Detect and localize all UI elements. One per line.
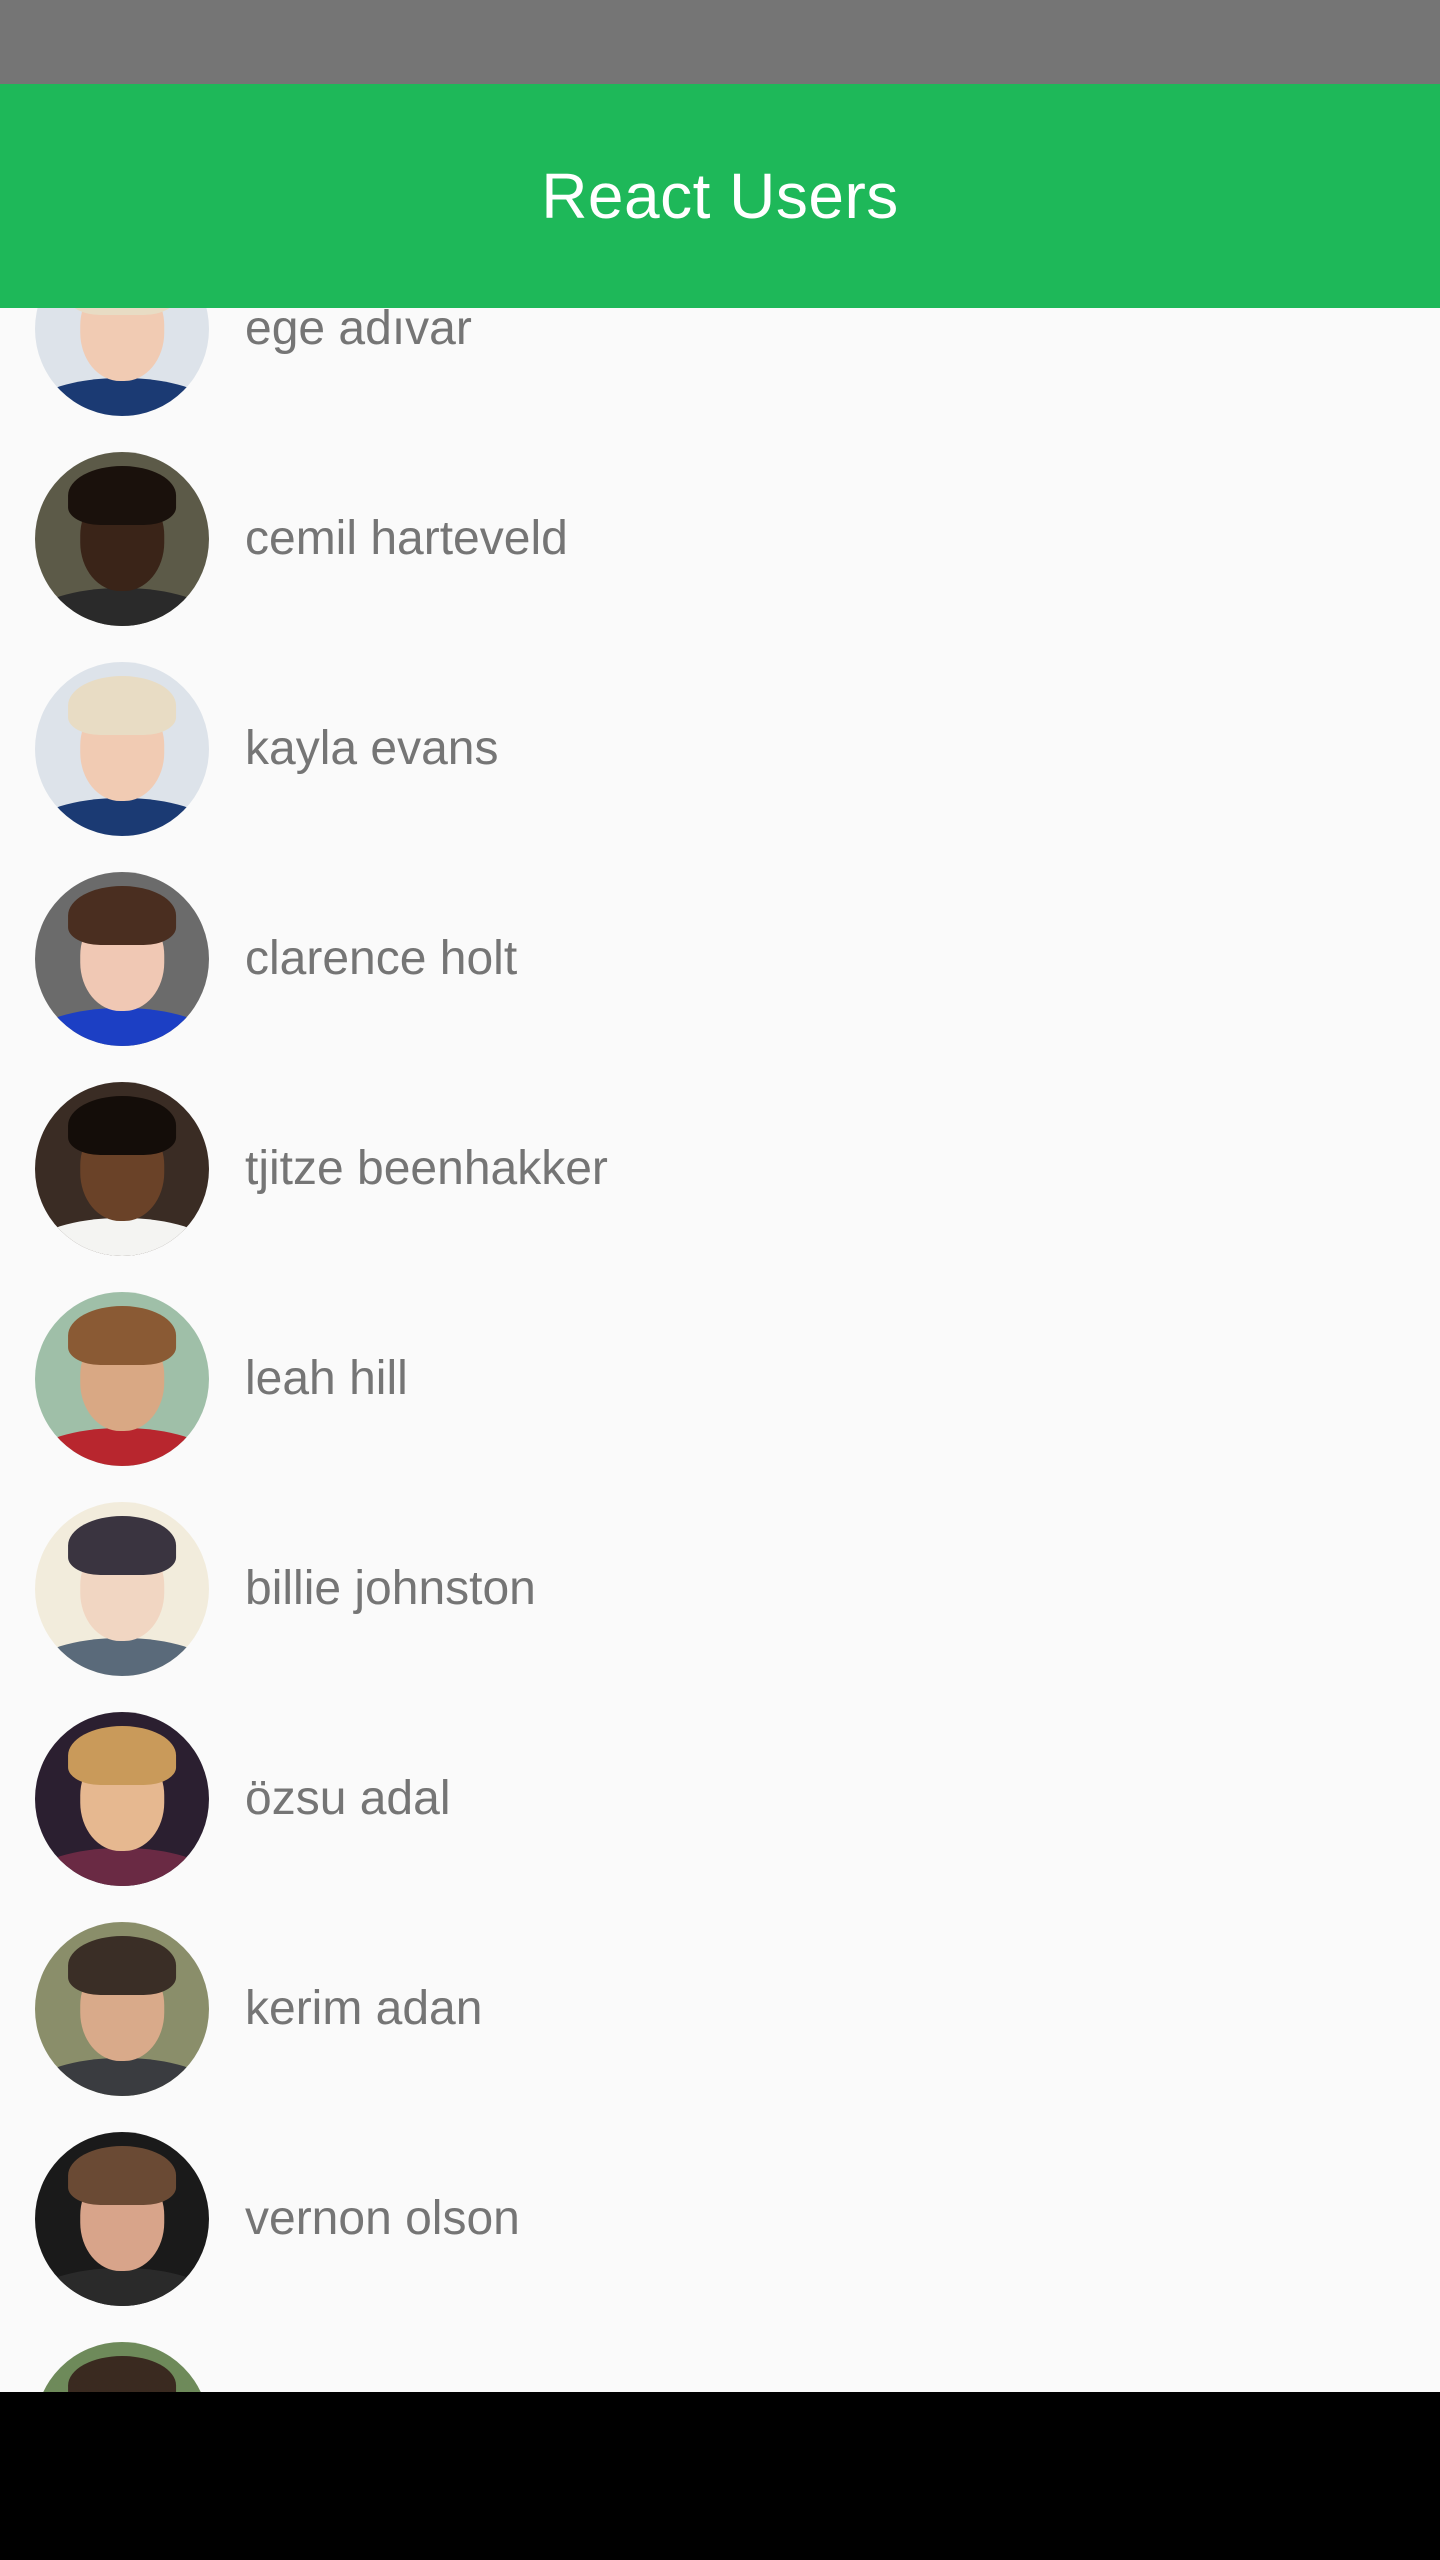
user-list-item[interactable]: tjitze beenhakker bbox=[0, 1064, 1440, 1274]
user-name: kerim adan bbox=[245, 1982, 483, 2035]
avatar-hair bbox=[68, 1935, 176, 1996]
navigation-bar bbox=[0, 2392, 1440, 2560]
user-name: leah hill bbox=[245, 1352, 408, 1405]
avatar-hair bbox=[68, 465, 176, 526]
avatar-shirt bbox=[35, 1637, 209, 1676]
avatar-hair bbox=[68, 1725, 176, 1786]
user-avatar bbox=[35, 1082, 209, 1256]
user-avatar bbox=[35, 452, 209, 626]
avatar-hair bbox=[68, 2355, 176, 2392]
user-list-item[interactable]: leah hill bbox=[0, 1274, 1440, 1484]
user-name: billie johnston bbox=[245, 1562, 536, 1615]
avatar-shirt bbox=[35, 797, 209, 836]
user-list-item[interactable]: clarence holt bbox=[0, 854, 1440, 1064]
user-avatar bbox=[35, 1712, 209, 1886]
app-screen: React Users ege adıvar cemil harteveld kay… bbox=[0, 0, 1440, 2560]
avatar-shirt bbox=[35, 587, 209, 626]
avatar-hair bbox=[68, 885, 176, 946]
user-list: ege adıvar cemil harteveld kayla evans clar… bbox=[0, 308, 1440, 2392]
user-list-item[interactable]: vernon olson bbox=[0, 2114, 1440, 2324]
avatar-shirt bbox=[35, 2267, 209, 2306]
user-avatar bbox=[35, 308, 209, 416]
user-list-item[interactable]: billie johnston bbox=[0, 1484, 1440, 1694]
status-bar bbox=[0, 0, 1440, 84]
user-list-item[interactable]: cemil harteveld bbox=[0, 434, 1440, 644]
user-list-item[interactable]: kerim adan bbox=[0, 1904, 1440, 2114]
user-name: kayla evans bbox=[245, 722, 499, 775]
avatar-shirt bbox=[35, 377, 209, 416]
avatar-face bbox=[80, 308, 164, 382]
avatar-hair bbox=[68, 675, 176, 736]
user-name: cemil harteveld bbox=[245, 512, 568, 565]
user-avatar bbox=[35, 2342, 209, 2392]
user-avatar bbox=[35, 1292, 209, 1466]
user-avatar bbox=[35, 1922, 209, 2096]
user-avatar bbox=[35, 662, 209, 836]
avatar-shirt bbox=[35, 1007, 209, 1046]
user-avatar bbox=[35, 872, 209, 1046]
user-list-viewport[interactable]: ege adıvar cemil harteveld kayla evans clar… bbox=[0, 308, 1440, 2392]
user-name: ege adıvar bbox=[245, 308, 472, 355]
avatar-shirt bbox=[35, 1427, 209, 1466]
user-list-item[interactable]: ege adıvar bbox=[0, 308, 1440, 434]
avatar-hair bbox=[68, 1515, 176, 1576]
user-name: vernon olson bbox=[245, 2192, 520, 2245]
avatar-shirt bbox=[35, 1217, 209, 1256]
avatar-shirt bbox=[35, 2057, 209, 2096]
avatar-hair bbox=[68, 2145, 176, 2206]
user-avatar bbox=[35, 1502, 209, 1676]
avatar-shirt bbox=[35, 1847, 209, 1886]
user-name: özsu adal bbox=[245, 1772, 451, 1825]
user-list-item[interactable]: kayla evans bbox=[0, 644, 1440, 854]
app-bar: React Users bbox=[0, 84, 1440, 308]
user-avatar bbox=[35, 2132, 209, 2306]
avatar-hair bbox=[68, 1095, 176, 1156]
app-title: React Users bbox=[541, 160, 899, 232]
user-name: clarence holt bbox=[245, 932, 518, 985]
user-name: tjitze beenhakker bbox=[245, 1142, 608, 1195]
user-list-item[interactable]: özsu adal bbox=[0, 1694, 1440, 1904]
user-list-item[interactable] bbox=[0, 2324, 1440, 2392]
avatar-hair bbox=[68, 1305, 176, 1366]
